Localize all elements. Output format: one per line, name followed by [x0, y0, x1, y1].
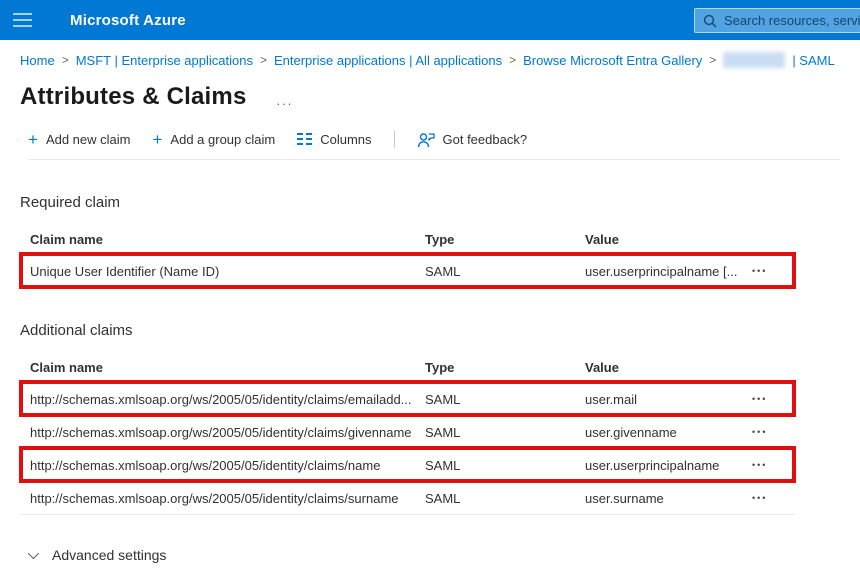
required-claim-heading: Required claim — [20, 194, 121, 211]
row-menu-button[interactable]: ••• — [750, 262, 769, 280]
add-group-claim-button[interactable]: + Add a group claim — [152, 129, 275, 149]
global-search[interactable] — [694, 8, 860, 33]
claim-type-cell: SAML — [425, 490, 461, 506]
required-claims-table: Claim name Type Value Unique User Identi… — [19, 224, 796, 289]
azure-brand-link[interactable]: Microsoft Azure — [70, 12, 186, 29]
breadcrumb-separator: > — [709, 53, 717, 67]
claim-row[interactable]: Unique User Identifier (Name ID) SAML us… — [19, 252, 796, 289]
claim-value-cell: user.givenname — [585, 424, 677, 440]
claim-row[interactable]: http://schemas.xmlsoap.org/ws/2005/05/id… — [20, 416, 795, 449]
breadcrumb-current-page: | SAML — [792, 52, 835, 68]
page-context-menu-button[interactable]: ... — [277, 88, 294, 107]
plus-icon: + — [28, 129, 38, 149]
column-header-claim-name: Claim name — [30, 231, 103, 247]
chevron-down-icon — [27, 547, 40, 560]
feedback-icon — [417, 132, 435, 147]
redacted-app-name — [723, 52, 786, 68]
breadcrumb-separator: > — [61, 53, 69, 67]
claim-value-cell: user.userprincipalname — [585, 457, 720, 473]
additional-claims-table: Claim name Type Value http://schemas.xml… — [19, 352, 796, 515]
toolbar-divider — [393, 131, 395, 148]
claim-name-cell: http://schemas.xmlsoap.org/ws/2005/05/id… — [30, 424, 412, 440]
table-header-row: Claim name Type Value — [20, 224, 795, 255]
add-new-claim-button[interactable]: + Add new claim — [28, 129, 130, 149]
breadcrumb: Home > MSFT | Enterprise applications > … — [0, 40, 860, 68]
claim-value-cell: user.mail — [585, 391, 638, 407]
claim-type-cell: SAML — [425, 457, 461, 473]
breadcrumb-separator: > — [509, 53, 517, 67]
columns-icon — [297, 133, 313, 146]
column-header-type: Type — [425, 359, 455, 375]
row-menu-button[interactable]: ••• — [750, 390, 769, 408]
column-header-type: Type — [425, 231, 455, 247]
claim-type-cell: SAML — [425, 391, 461, 407]
azure-top-bar: Microsoft Azure — [0, 0, 860, 40]
claim-value-cell: user.userprincipalname [... — [585, 263, 738, 279]
breadcrumb-all-applications[interactable]: Enterprise applications | All applicatio… — [274, 53, 502, 68]
claim-name-cell: http://schemas.xmlsoap.org/ws/2005/05/id… — [30, 391, 412, 407]
claim-name-cell: http://schemas.xmlsoap.org/ws/2005/05/id… — [30, 490, 399, 506]
advanced-settings-toggle[interactable]: Advanced settings — [27, 547, 166, 563]
claim-type-cell: SAML — [425, 263, 461, 279]
search-icon — [703, 14, 717, 27]
command-bar: + Add new claim + Add a group claim Colu… — [28, 131, 840, 160]
claim-name-cell: http://schemas.xmlsoap.org/ws/2005/05/id… — [30, 457, 381, 473]
row-menu-button[interactable]: ••• — [750, 456, 769, 474]
row-menu-button[interactable]: ••• — [750, 489, 769, 507]
row-menu-button[interactable]: ••• — [750, 423, 769, 441]
claim-type-cell: SAML — [425, 424, 461, 440]
breadcrumb-separator: > — [259, 53, 267, 67]
plus-icon: + — [152, 129, 163, 149]
claim-row[interactable]: http://schemas.xmlsoap.org/ws/2005/05/id… — [19, 380, 796, 417]
claim-name-cell: Unique User Identifier (Name ID) — [30, 263, 220, 279]
claim-row[interactable]: http://schemas.xmlsoap.org/ws/2005/05/id… — [19, 446, 796, 483]
claim-value-cell: user.surname — [585, 490, 664, 506]
column-header-value: Value — [585, 231, 619, 247]
columns-button[interactable]: Columns — [297, 132, 372, 147]
claim-row[interactable]: http://schemas.xmlsoap.org/ws/2005/05/id… — [20, 482, 795, 515]
hamburger-menu-button[interactable] — [0, 0, 44, 40]
got-feedback-button[interactable]: Got feedback? — [417, 132, 527, 148]
table-header-row: Claim name Type Value — [20, 352, 795, 383]
column-header-value: Value — [585, 359, 619, 375]
search-input[interactable] — [724, 13, 860, 28]
page-title: Attributes & Claims — [20, 83, 247, 110]
column-header-claim-name: Claim name — [30, 359, 103, 375]
breadcrumb-home[interactable]: Home — [20, 53, 55, 68]
breadcrumb-entra-gallery[interactable]: Browse Microsoft Entra Gallery — [523, 53, 702, 68]
breadcrumb-enterprise-apps[interactable]: MSFT | Enterprise applications — [76, 53, 253, 68]
additional-claims-heading: Additional claims — [20, 322, 133, 339]
